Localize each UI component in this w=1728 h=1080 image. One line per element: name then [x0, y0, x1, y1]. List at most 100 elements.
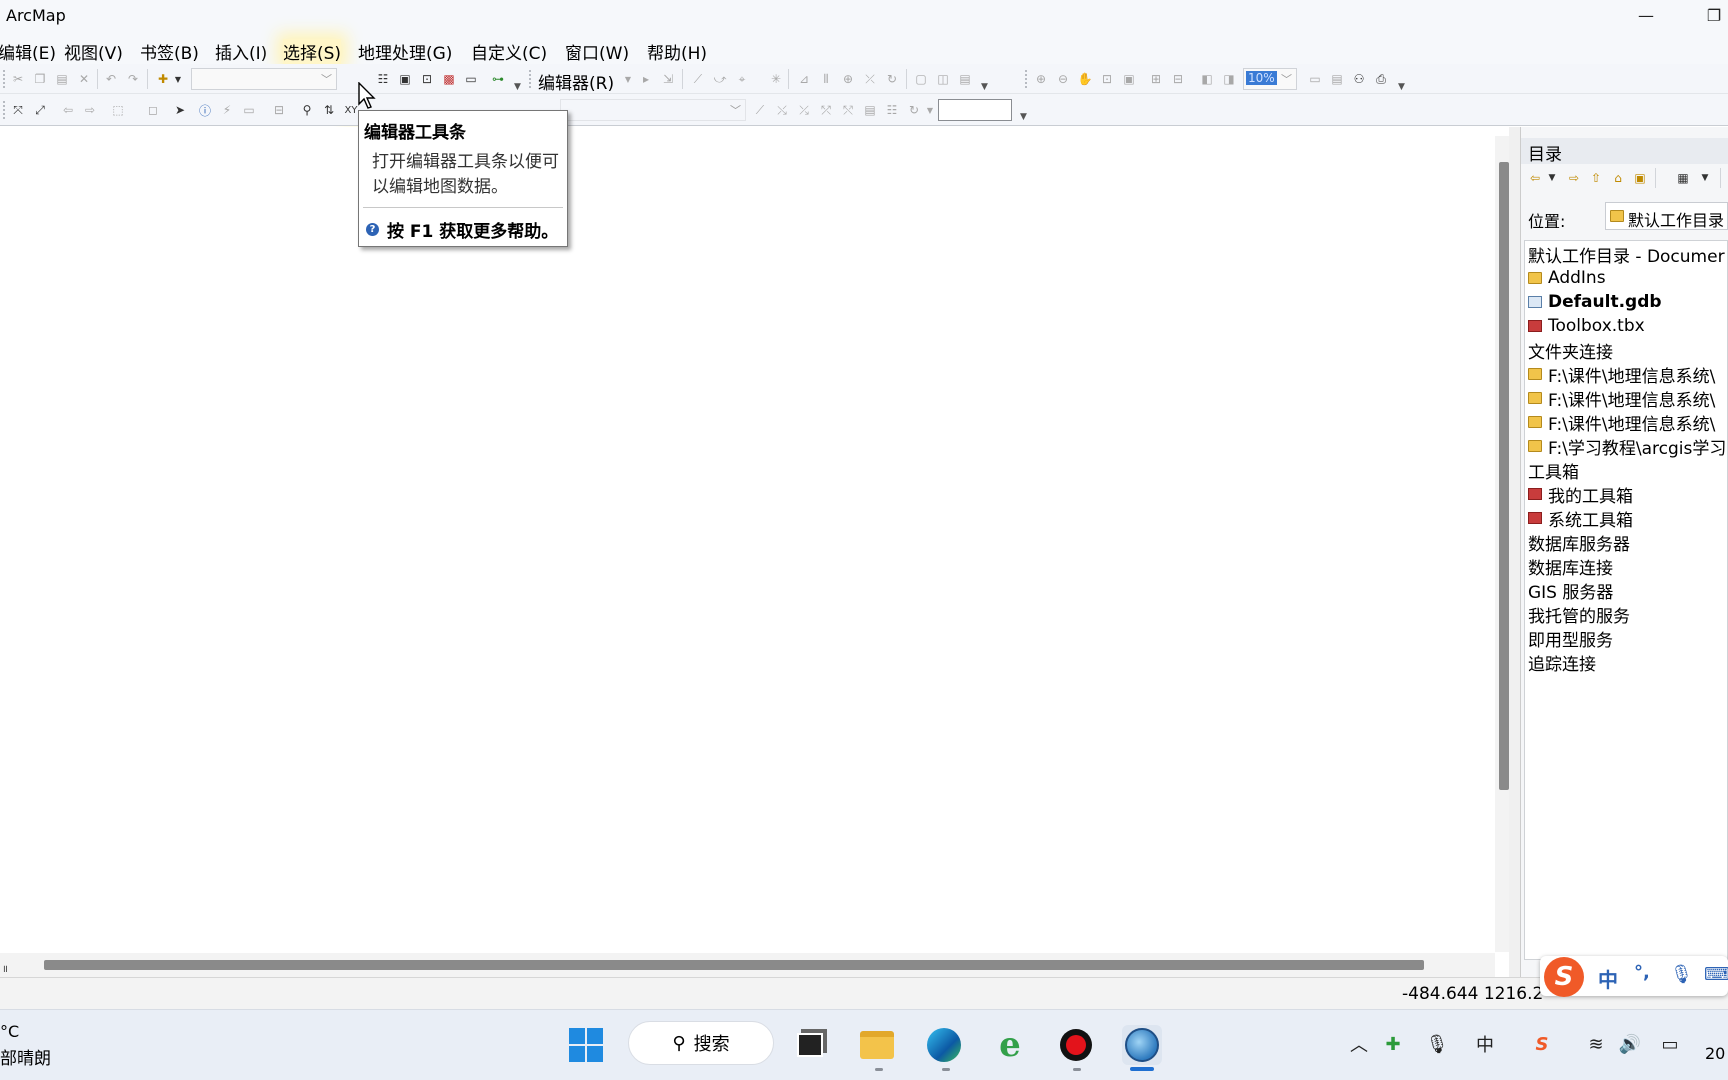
- fixed-zoom-in-tool-icon[interactable]: ⤧: [10, 102, 26, 118]
- catalog-view-icon[interactable]: ▦: [1675, 170, 1691, 186]
- taskbar-search[interactable]: ⚲ 搜索: [628, 1021, 774, 1065]
- catalog-up-icon[interactable]: ⇧: [1588, 170, 1604, 186]
- redo-icon[interactable]: ↷: [125, 71, 141, 87]
- keyboard-icon[interactable]: ⌨: [1704, 964, 1728, 985]
- find-icon[interactable]: ⚲: [299, 102, 315, 118]
- link-table-icon[interactable]: ▤: [862, 102, 878, 118]
- measure-icon[interactable]: ⊟: [271, 102, 287, 118]
- tree-item-tracking-connections[interactable]: 追踪连接: [1528, 650, 1596, 675]
- hyperlink-icon[interactable]: ⚡: [219, 102, 235, 118]
- georef-tool-3-icon[interactable]: ⤰: [796, 102, 812, 118]
- add-data-dropdown-icon[interactable]: ▼: [170, 71, 186, 87]
- menu-view[interactable]: 视图(V): [64, 39, 123, 64]
- reshape-icon[interactable]: ⫴: [818, 71, 834, 87]
- data-driven-pages-icon[interactable]: ⎙: [1373, 71, 1389, 87]
- model-builder-icon[interactable]: ⊶: [490, 71, 506, 87]
- restore-button[interactable]: ❐: [1702, 4, 1726, 26]
- tree-item-default-gdb[interactable]: Default.gdb: [1528, 290, 1662, 314]
- tree-item-default-workspace[interactable]: 默认工作目录 - Documer: [1528, 242, 1725, 267]
- zoom-100-icon[interactable]: ▣: [1121, 71, 1137, 87]
- scale-combo[interactable]: ﹀: [191, 68, 337, 90]
- tree-item-my-hosted-services[interactable]: 我托管的服务: [1528, 602, 1630, 627]
- microphone-tray-icon[interactable]: 🎙: [1425, 1032, 1449, 1056]
- end-point-arc-icon[interactable]: ⤻: [712, 71, 728, 87]
- tree-item-addins[interactable]: AddIns: [1528, 266, 1606, 290]
- location-combo[interactable]: 默认工作目录: [1605, 202, 1728, 230]
- split-icon[interactable]: ⤫: [862, 71, 878, 87]
- pane-splitter[interactable]: [1509, 127, 1521, 977]
- start-button[interactable]: [568, 1027, 604, 1063]
- edge-browser-button[interactable]: [924, 1025, 964, 1065]
- minimize-button[interactable]: —: [1634, 4, 1658, 26]
- change-layout-icon[interactable]: ⚇: [1351, 71, 1367, 87]
- layout-pan-icon[interactable]: ✋: [1077, 71, 1093, 87]
- arctoolbox-icon[interactable]: ▩: [441, 71, 457, 87]
- menu-windows[interactable]: 窗口(W): [565, 39, 629, 64]
- rotate-icon[interactable]: ↻: [884, 71, 900, 87]
- georef-tool-5-icon[interactable]: ⤲: [840, 102, 856, 118]
- weather-description[interactable]: 部晴朗: [0, 1044, 51, 1069]
- layout-view-toggle-icon[interactable]: ॥: [2, 961, 8, 975]
- tree-item-folder-3[interactable]: F:\课件\地理信息系统\: [1528, 410, 1715, 435]
- menu-edit[interactable]: 编辑(E): [0, 39, 56, 64]
- layout-zoom-combo[interactable]: 10% ﹀: [1243, 68, 1297, 90]
- volume-icon[interactable]: 🔊: [1618, 1032, 1642, 1056]
- cut-polygons-icon[interactable]: ⊕: [840, 71, 856, 87]
- arcmap-taskbar-button[interactable]: [1122, 1025, 1162, 1065]
- cut-icon[interactable]: ✂: [10, 71, 26, 87]
- tray-ime-indicator[interactable]: 中: [1473, 1032, 1497, 1056]
- fixed-zoom-out-icon[interactable]: ⊟: [1170, 71, 1186, 87]
- edit-annotation-icon[interactable]: ⇲: [660, 71, 676, 87]
- html-popup-icon[interactable]: ▭: [241, 102, 257, 118]
- map-vertical-scroll-thumb[interactable]: [1499, 162, 1509, 790]
- microphone-icon[interactable]: 🎙: [1670, 964, 1693, 985]
- clock[interactable]: 20: [1705, 1044, 1725, 1063]
- delete-icon[interactable]: ✕: [76, 71, 92, 87]
- identify-icon[interactable]: ⓘ: [197, 102, 213, 118]
- weather-temperature[interactable]: °C: [0, 1022, 19, 1041]
- show-hidden-icons-icon[interactable]: ︿: [1347, 1032, 1371, 1056]
- tree-item-database-connections[interactable]: 数据库连接: [1528, 554, 1613, 579]
- wifi-icon[interactable]: ≋: [1584, 1032, 1608, 1056]
- map-horizontal-scroll-thumb[interactable]: [44, 960, 1424, 970]
- create-features-icon[interactable]: ▤: [957, 71, 973, 87]
- georef-tool-4-icon[interactable]: ⤱: [818, 102, 834, 118]
- menu-insert[interactable]: 插入(I): [215, 39, 267, 64]
- ie-browser-button[interactable]: e: [990, 1025, 1030, 1065]
- file-explorer-button[interactable]: [857, 1025, 897, 1065]
- tree-item-system-toolboxes[interactable]: 系统工具箱: [1528, 506, 1633, 531]
- menu-bookmarks[interactable]: 书签(B): [140, 39, 199, 64]
- catalog-connect-folder-icon[interactable]: ▣: [1632, 170, 1648, 186]
- task-view-button[interactable]: [790, 1025, 830, 1065]
- back-extent-icon[interactable]: ⇦: [60, 102, 76, 118]
- menu-help[interactable]: 帮助(H): [647, 39, 707, 64]
- straight-segment-icon[interactable]: ⟋: [690, 71, 706, 87]
- undo-icon[interactable]: ↶: [103, 71, 119, 87]
- search-window-icon[interactable]: ⊡: [419, 71, 435, 87]
- edit-vertices-icon[interactable]: ⊿: [796, 71, 812, 87]
- catalog-back-icon[interactable]: ⇦: [1527, 170, 1543, 186]
- georef-tool-1-icon[interactable]: ⟋: [752, 102, 768, 118]
- attributes-icon[interactable]: ▢: [913, 71, 929, 87]
- tree-item-folder-connections[interactable]: 文件夹连接: [1528, 338, 1613, 363]
- catalog-back-dropdown-icon[interactable]: ▼: [1544, 170, 1560, 186]
- toolbar-grip[interactable]: [3, 70, 7, 88]
- toggle-draft-icon[interactable]: ▭: [1307, 71, 1323, 87]
- zoom-whole-page-icon[interactable]: ⊡: [1099, 71, 1115, 87]
- rotation-angle-input[interactable]: [938, 99, 1012, 121]
- clear-selection-icon[interactable]: ◻: [145, 102, 161, 118]
- tree-item-database-servers[interactable]: 数据库服务器: [1528, 530, 1630, 555]
- catalog-forward-icon[interactable]: ⇨: [1566, 170, 1582, 186]
- catalog-home-icon[interactable]: ⌂: [1610, 170, 1626, 186]
- copy-icon[interactable]: ❐: [32, 71, 48, 87]
- add-data-icon[interactable]: ✚: [155, 71, 171, 87]
- tree-item-folder-2[interactable]: F:\课件\地理信息系统\: [1528, 386, 1715, 411]
- trace-icon[interactable]: ⌖: [734, 71, 750, 87]
- catalog-window-icon[interactable]: ▣: [397, 71, 413, 87]
- sogou-logo-icon[interactable]: S: [1544, 957, 1584, 997]
- ime-mode[interactable]: 中: [1598, 964, 1618, 993]
- view-table-icon[interactable]: ☷: [884, 102, 900, 118]
- menu-geoprocessing[interactable]: 地理处理(G): [358, 39, 452, 64]
- select-elements-icon[interactable]: ➤: [172, 102, 188, 118]
- menu-customize[interactable]: 自定义(C): [471, 39, 547, 64]
